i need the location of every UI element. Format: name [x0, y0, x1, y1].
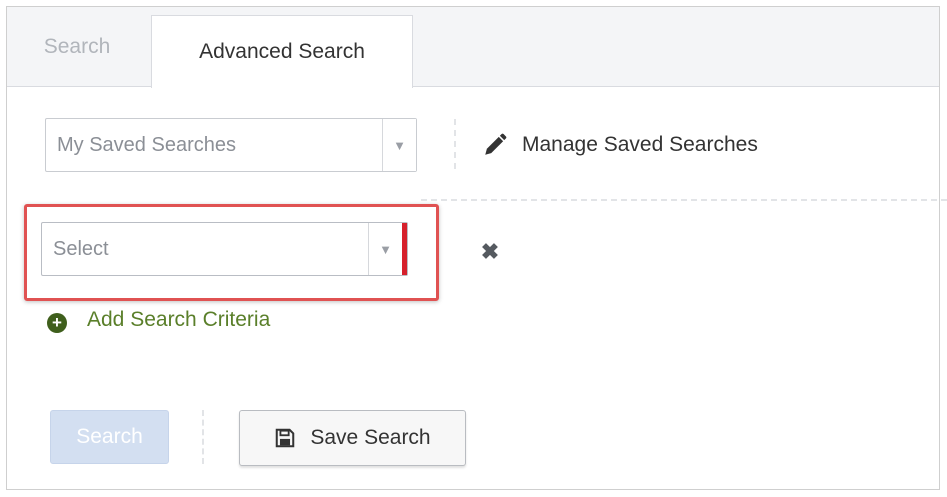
chevron-down-icon[interactable]: ▼ [368, 223, 402, 275]
pencil-icon [485, 133, 507, 155]
manage-saved-searches-link[interactable]: Manage Saved Searches [482, 125, 758, 165]
remove-criteria-button[interactable]: ✖ [477, 239, 503, 265]
advanced-search-panel: Search Advanced Search My Saved Searches… [6, 6, 947, 490]
close-icon: ✖ [480, 239, 500, 264]
criteria-select-placeholder: Select [53, 237, 109, 260]
plus-circle-icon: + [47, 313, 67, 333]
floppy-disk-icon [276, 428, 295, 448]
add-search-criteria-link[interactable]: + Add Search Criteria [47, 302, 270, 338]
tab-bar: Search Advanced Search [7, 7, 939, 88]
required-indicator [402, 223, 407, 275]
divider [421, 199, 947, 201]
chevron-down-icon[interactable]: ▼ [382, 119, 416, 171]
divider [202, 410, 204, 464]
search-button[interactable]: Search [50, 410, 169, 464]
tab-search[interactable]: Search [7, 7, 147, 87]
add-search-criteria-label: Add Search Criteria [87, 308, 271, 331]
save-search-label: Save Search [310, 426, 431, 449]
divider [454, 119, 456, 169]
saved-searches-dropdown[interactable]: My Saved Searches ▼ [45, 118, 417, 172]
tab-advanced-search[interactable]: Advanced Search [151, 15, 413, 88]
saved-searches-placeholder: My Saved Searches [57, 133, 236, 156]
criteria-select-dropdown[interactable]: Select ▼ [41, 222, 408, 276]
save-search-button[interactable]: Save Search [239, 410, 466, 466]
manage-saved-searches-label: Manage Saved Searches [522, 133, 758, 156]
